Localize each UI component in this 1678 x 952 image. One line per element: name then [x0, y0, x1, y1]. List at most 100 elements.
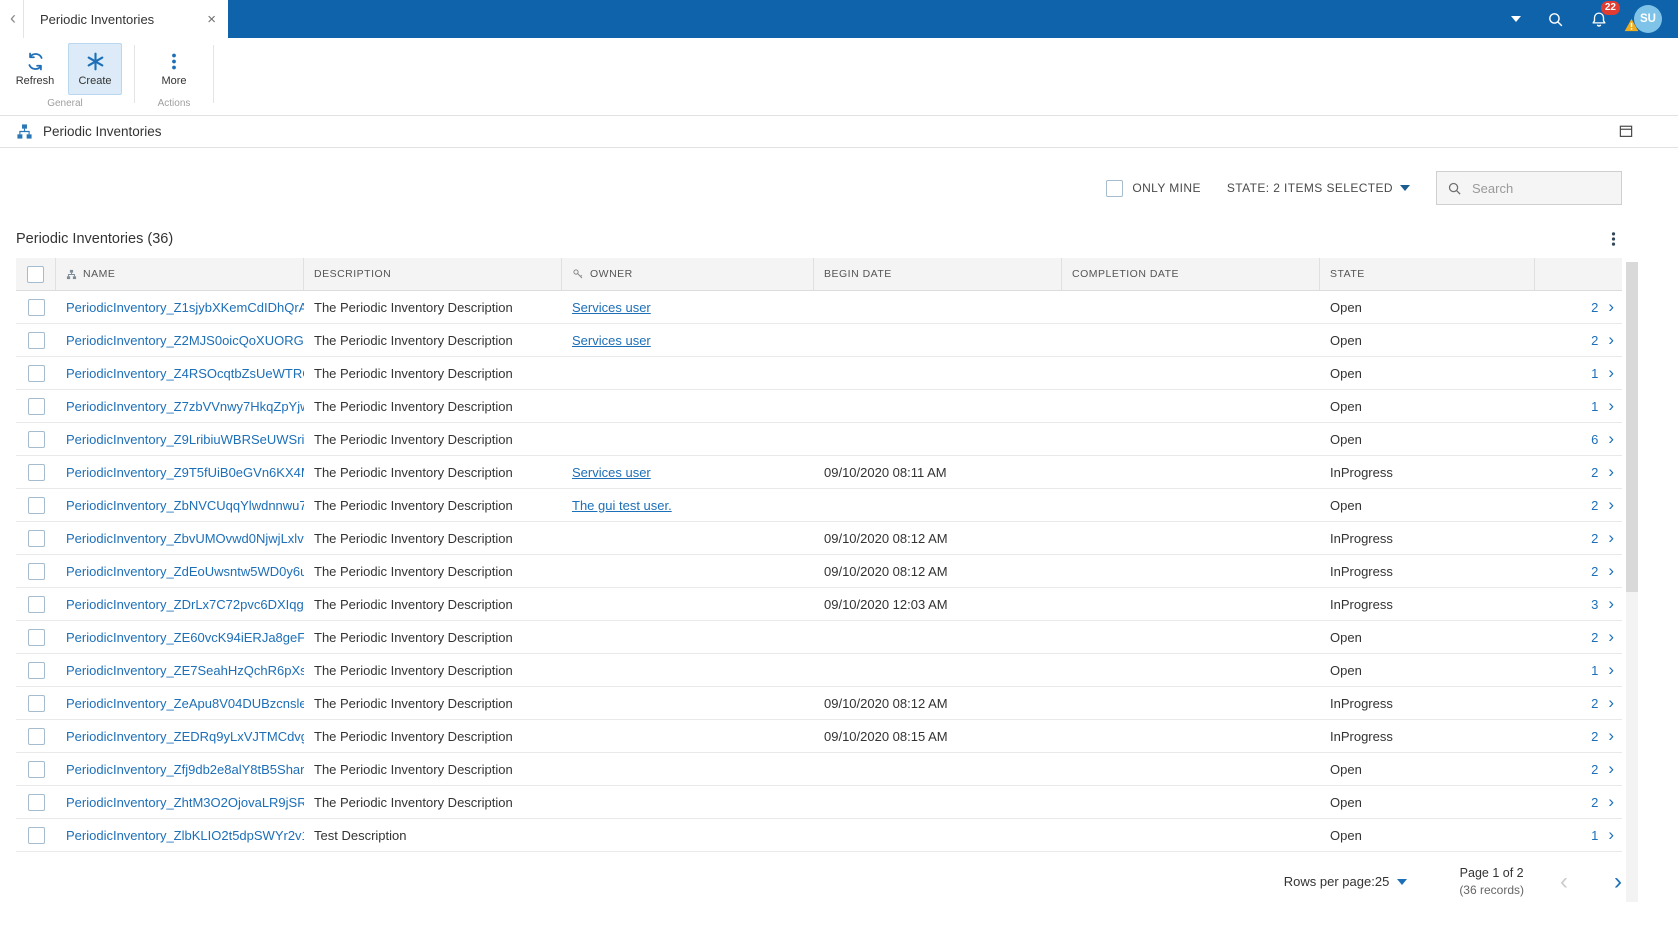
row-open-button[interactable]: 1 › [1535, 366, 1622, 381]
row-checkbox[interactable] [28, 563, 45, 580]
more-button[interactable]: More [147, 43, 201, 95]
row-open-button[interactable]: 2 › [1535, 564, 1622, 579]
notifications-button[interactable]: 22 [1590, 10, 1608, 29]
inventory-name-link[interactable]: PeriodicInventory_ZbNVCUqqYlwdnnwu7 [56, 498, 304, 513]
row-open-button[interactable]: 2 › [1535, 300, 1622, 315]
row-checkbox[interactable] [28, 794, 45, 811]
table-row[interactable]: PeriodicInventory_ZEDRq9yLxVJTMCdvg7 The… [16, 720, 1622, 753]
table-row[interactable]: PeriodicInventory_ZeApu8V04DUBzcnslei Th… [16, 687, 1622, 720]
vertical-scrollbar[interactable] [1626, 262, 1638, 902]
inventory-name-link[interactable]: PeriodicInventory_Z2MJS0oicQoXUORGsk [56, 333, 304, 348]
row-open-button[interactable]: 2 › [1535, 531, 1622, 546]
tab-periodic-inventories[interactable]: Periodic Inventories × [23, 0, 228, 38]
inventory-name-link[interactable]: PeriodicInventory_ZE7SeahHzQchR6pXsE [56, 663, 304, 678]
row-checkbox[interactable] [28, 629, 45, 646]
row-open-button[interactable]: 2 › [1535, 333, 1622, 348]
avatar[interactable]: SU [1634, 5, 1662, 33]
create-button[interactable]: Create [68, 43, 122, 95]
inventory-name-link[interactable]: PeriodicInventory_ZhtM3O2OjovaLR9jSRC [56, 795, 304, 810]
table-row[interactable]: PeriodicInventory_ZE60vcK94iERJa8geFSH T… [16, 621, 1622, 654]
table-row[interactable]: PeriodicInventory_Z7zbVVnwy7HkqZpYjw The… [16, 390, 1622, 423]
inventory-name-link[interactable]: PeriodicInventory_ZE60vcK94iERJa8geFSH [56, 630, 304, 645]
column-header-completion-date[interactable]: COMPLETION DATE [1062, 258, 1320, 290]
select-all-checkbox[interactable] [27, 266, 44, 283]
inventory-name-link[interactable]: PeriodicInventory_ZdEoUwsntw5WD0y6u [56, 564, 304, 579]
table-row[interactable]: PeriodicInventory_Z9LribiuWBRSeUWSrib Th… [16, 423, 1622, 456]
row-checkbox[interactable] [28, 827, 45, 844]
search-icon[interactable] [1547, 11, 1564, 28]
next-page-button[interactable]: › [1614, 870, 1622, 894]
table-row[interactable]: PeriodicInventory_Z2MJS0oicQoXUORGsk The… [16, 324, 1622, 357]
owner-link[interactable]: Services user [572, 300, 651, 315]
back-chevron-icon[interactable]: ‹ [0, 8, 23, 31]
row-open-button[interactable]: 1 › [1535, 828, 1622, 843]
table-row[interactable]: PeriodicInventory_Z9T5fUiB0eGVn6KX4M The… [16, 456, 1622, 489]
row-checkbox[interactable] [28, 662, 45, 679]
column-header-begin-date[interactable]: BEGIN DATE [814, 258, 1062, 290]
row-open-button[interactable]: 2 › [1535, 630, 1622, 645]
state-filter-dropdown[interactable]: STATE: 2 ITEMS SELECTED [1227, 181, 1410, 195]
rows-per-page-dropdown[interactable]: Rows per page:25 [1284, 874, 1408, 889]
row-open-button[interactable]: 3 › [1535, 597, 1622, 612]
inventory-name-link[interactable]: PeriodicInventory_Z4RSOcqtbZsUeWTRCv [56, 366, 304, 381]
scrollbar-thumb[interactable] [1626, 262, 1638, 592]
table-row[interactable]: PeriodicInventory_Z1sjybXKemCdIDhQrA The… [16, 291, 1622, 324]
table-row[interactable]: PeriodicInventory_ZlbKLIO2t5dpSWYr2v1 Te… [16, 819, 1622, 852]
chevron-down-icon[interactable] [1511, 16, 1521, 22]
owner-link[interactable]: Services user [572, 333, 651, 348]
owner-link[interactable]: The gui test user. [572, 498, 672, 513]
column-header-state[interactable]: STATE [1320, 258, 1535, 290]
previous-page-button[interactable]: ‹ [1560, 870, 1568, 894]
only-mine-checkbox[interactable] [1106, 180, 1123, 197]
inventory-name-link[interactable]: PeriodicInventory_Z7zbVVnwy7HkqZpYjw [56, 399, 304, 414]
inventory-name-link[interactable]: PeriodicInventory_ZeApu8V04DUBzcnslei [56, 696, 304, 711]
inventory-name-link[interactable]: PeriodicInventory_ZlbKLIO2t5dpSWYr2v1 [56, 828, 304, 843]
row-open-button[interactable]: 2 › [1535, 498, 1622, 513]
inventory-name-link[interactable]: PeriodicInventory_ZbvUMOvwd0NjwjLxlv [56, 531, 304, 546]
row-checkbox[interactable] [28, 596, 45, 613]
owner-link[interactable]: Services user [572, 465, 651, 480]
row-checkbox[interactable] [28, 530, 45, 547]
column-header-description[interactable]: DESCRIPTION [304, 258, 562, 290]
refresh-button[interactable]: Refresh [8, 43, 62, 95]
row-open-button[interactable]: 2 › [1535, 762, 1622, 777]
search-box[interactable] [1436, 171, 1622, 205]
row-checkbox[interactable] [28, 728, 45, 745]
row-open-button[interactable]: 2 › [1535, 696, 1622, 711]
table-row[interactable]: PeriodicInventory_ZbvUMOvwd0NjwjLxlv The… [16, 522, 1622, 555]
row-checkbox[interactable] [28, 365, 45, 382]
row-open-button[interactable]: 6 › [1535, 432, 1622, 447]
table-row[interactable]: PeriodicInventory_ZbNVCUqqYlwdnnwu7 The … [16, 489, 1622, 522]
row-checkbox[interactable] [28, 464, 45, 481]
row-open-button[interactable]: 1 › [1535, 663, 1622, 678]
table-row[interactable]: PeriodicInventory_ZhtM3O2OjovaLR9jSRC Th… [16, 786, 1622, 819]
inventory-name-link[interactable]: PeriodicInventory_Z9LribiuWBRSeUWSrib [56, 432, 304, 447]
row-checkbox[interactable] [28, 431, 45, 448]
inventory-name-link[interactable]: PeriodicInventory_Zfj9db2e8alY8tB5Shar [56, 762, 304, 777]
row-open-button[interactable]: 2 › [1535, 465, 1622, 480]
table-row[interactable]: PeriodicInventory_Z4RSOcqtbZsUeWTRCv The… [16, 357, 1622, 390]
inventory-name-link[interactable]: PeriodicInventory_ZEDRq9yLxVJTMCdvg7 [56, 729, 304, 744]
table-row[interactable]: PeriodicInventory_ZE7SeahHzQchR6pXsE The… [16, 654, 1622, 687]
inventory-name-link[interactable]: PeriodicInventory_Z1sjybXKemCdIDhQrA [56, 300, 304, 315]
close-icon[interactable]: × [207, 11, 216, 28]
row-checkbox[interactable] [28, 695, 45, 712]
row-checkbox[interactable] [28, 497, 45, 514]
row-open-button[interactable]: 2 › [1535, 795, 1622, 810]
table-row[interactable]: PeriodicInventory_Zfj9db2e8alY8tB5Shar T… [16, 753, 1622, 786]
row-checkbox[interactable] [28, 299, 45, 316]
row-open-button[interactable]: 1 › [1535, 399, 1622, 414]
table-row[interactable]: PeriodicInventory_ZDrLx7C72pvc6DXIqgC Th… [16, 588, 1622, 621]
row-checkbox[interactable] [28, 761, 45, 778]
inventory-name-link[interactable]: PeriodicInventory_ZDrLx7C72pvc6DXIqgC [56, 597, 304, 612]
table-row[interactable]: PeriodicInventory_ZdEoUwsntw5WD0y6u The … [16, 555, 1622, 588]
row-checkbox[interactable] [28, 332, 45, 349]
column-header-owner[interactable]: OWNER [562, 258, 814, 290]
column-header-name[interactable]: NAME [56, 258, 304, 290]
inventory-name-link[interactable]: PeriodicInventory_Z9T5fUiB0eGVn6KX4M [56, 465, 304, 480]
row-open-button[interactable]: 2 › [1535, 729, 1622, 744]
row-checkbox[interactable] [28, 398, 45, 415]
panel-toggle-icon[interactable] [1618, 124, 1634, 139]
search-input[interactable] [1470, 180, 1600, 197]
list-menu-kebab-icon[interactable] [1605, 230, 1622, 248]
